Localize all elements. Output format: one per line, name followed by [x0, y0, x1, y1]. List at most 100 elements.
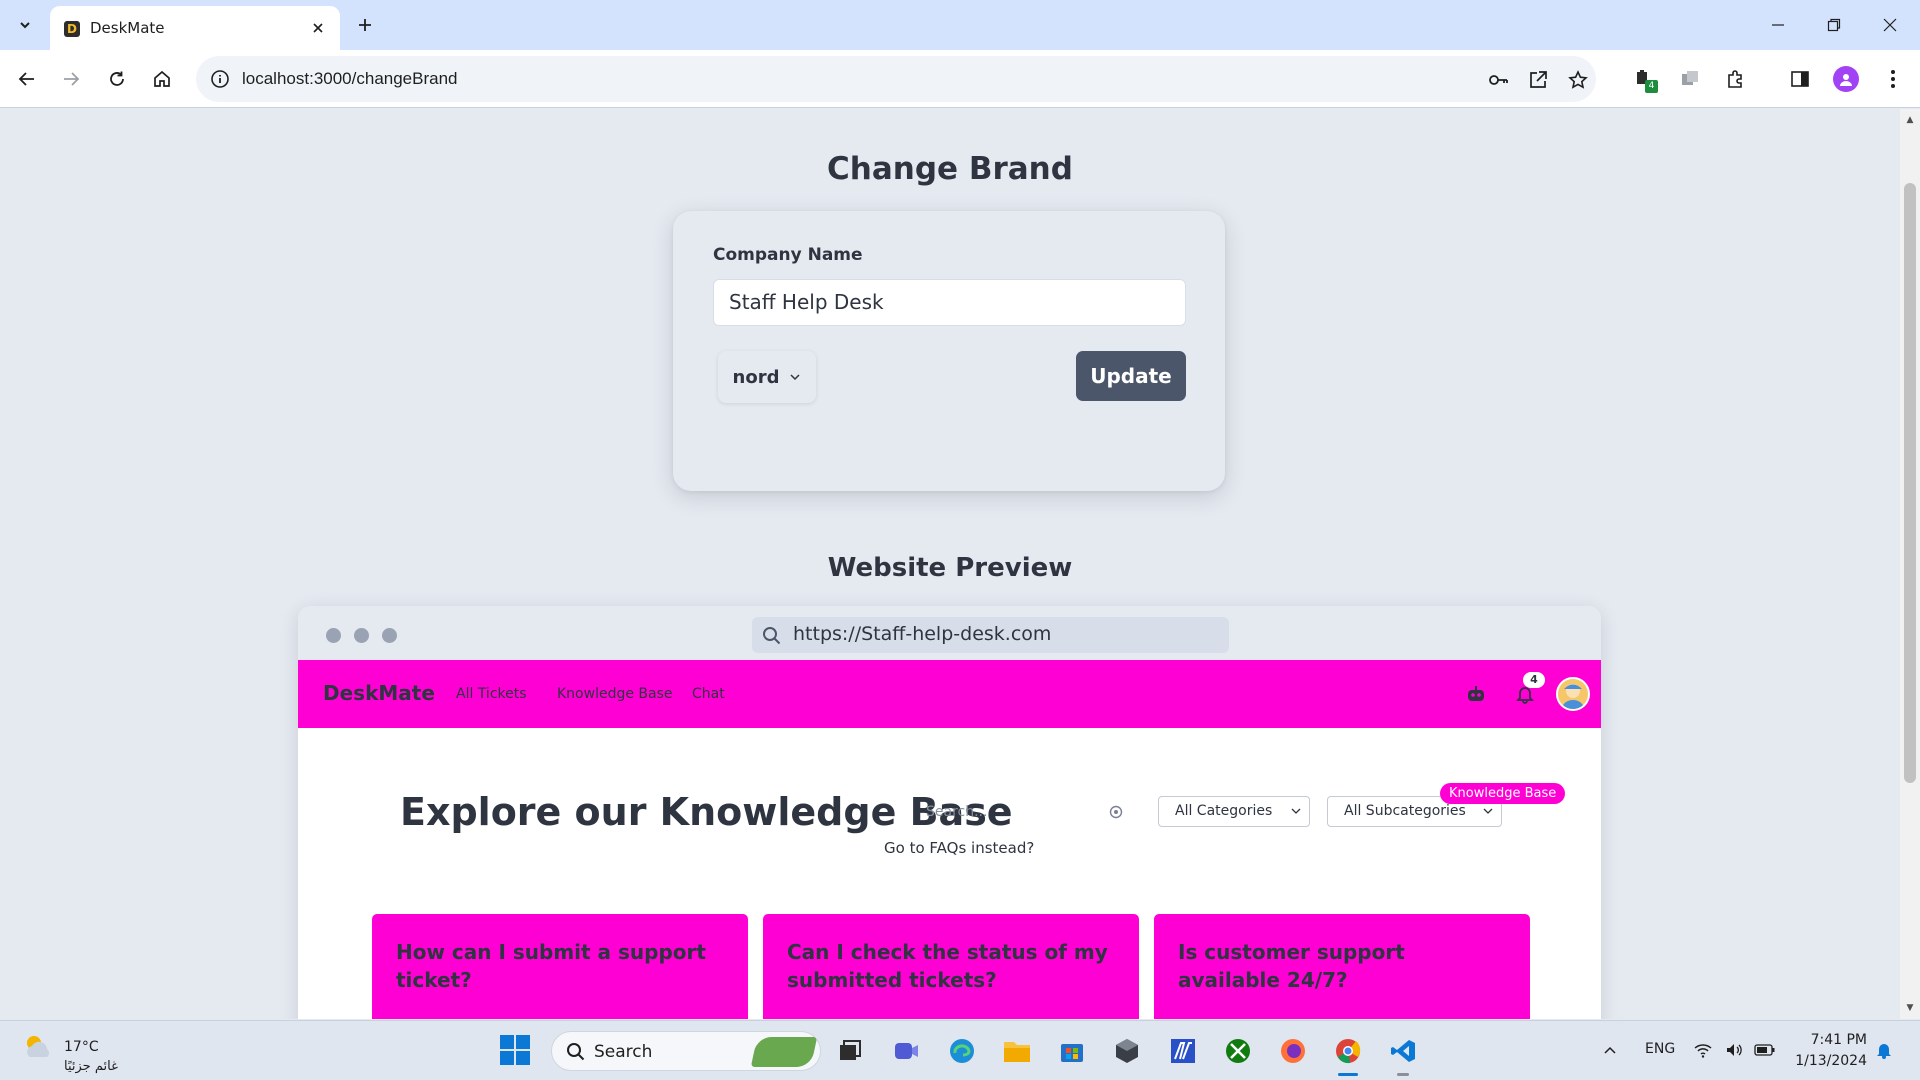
- puzzle-icon: [1728, 70, 1742, 88]
- extension-2-button[interactable]: [1673, 62, 1707, 96]
- faq-card-question: Can I check the status of my submitted t…: [787, 940, 1108, 992]
- search-icon: [763, 627, 781, 645]
- search-icon: [567, 1043, 585, 1061]
- password-key-icon[interactable]: [1486, 68, 1510, 92]
- subcategory-select-value: All Subcategories: [1344, 803, 1466, 819]
- battery-icon[interactable]: [1754, 1039, 1776, 1061]
- theme-dropdown-value: nord: [732, 366, 780, 388]
- profile-button[interactable]: [1829, 62, 1863, 96]
- system-clock[interactable]: 7:41 PM 1/13/2024: [1795, 1030, 1867, 1072]
- task-view-icon[interactable]: [833, 1034, 867, 1068]
- tab-close-button[interactable]: [308, 18, 328, 38]
- show-hidden-icons-button[interactable]: [1599, 1039, 1621, 1061]
- address-bar-url[interactable]: localhost:3000/changeBrand: [242, 69, 458, 89]
- deskmate-favicon-icon: D: [64, 21, 80, 37]
- site-info-icon[interactable]: [210, 69, 230, 93]
- minimize-button[interactable]: [1750, 0, 1806, 50]
- chevron-down-icon: [1291, 808, 1301, 814]
- more-vertical-icon: [1891, 70, 1895, 88]
- weather-condition: غائم جزئيًا: [64, 1059, 118, 1074]
- search-highlight-image: [750, 1037, 818, 1067]
- company-name-label: Company Name: [713, 245, 863, 265]
- bookmark-star-icon[interactable]: [1566, 68, 1590, 92]
- address-bar[interactable]: localhost:3000/changeBrand: [196, 56, 1596, 102]
- close-window-button[interactable]: [1862, 0, 1918, 50]
- running-app-indicator: [1397, 1073, 1409, 1076]
- wifi-icon[interactable]: [1692, 1039, 1714, 1061]
- kb-badge: Knowledge Base: [1440, 783, 1566, 804]
- scrollbar-thumb[interactable]: [1904, 183, 1916, 783]
- new-tab-button[interactable]: [350, 10, 380, 40]
- language-indicator[interactable]: ENG: [1645, 1041, 1675, 1057]
- clock-date: 1/13/2024: [1795, 1053, 1867, 1069]
- update-button[interactable]: Update: [1076, 351, 1186, 401]
- company-name-input[interactable]: Staff Help Desk: [713, 279, 1186, 326]
- chrome-menu-button[interactable]: [1876, 62, 1910, 96]
- browser-tab-active[interactable]: D DeskMate: [50, 6, 340, 50]
- forward-button[interactable]: [54, 62, 88, 96]
- minimize-icon: [1772, 24, 1784, 26]
- category-select[interactable]: All Categories: [1158, 796, 1310, 827]
- xbox-icon[interactable]: [1221, 1034, 1255, 1068]
- faq-card[interactable]: Is customer support available 24/7?: [1154, 914, 1530, 1019]
- side-panel-icon: [1791, 71, 1809, 87]
- close-icon: [1883, 18, 1897, 32]
- preview-brand[interactable]: DeskMate: [323, 681, 435, 705]
- website-preview-frame: https://Staff-help-desk.com DeskMate All…: [298, 606, 1601, 1019]
- theme-dropdown[interactable]: nord: [718, 351, 816, 403]
- home-button[interactable]: [145, 62, 179, 96]
- side-panel-button[interactable]: [1783, 62, 1817, 96]
- volume-icon[interactable]: [1723, 1039, 1745, 1061]
- kb-search-input[interactable]: Search...: [910, 796, 1124, 828]
- back-button[interactable]: [10, 62, 44, 96]
- restore-icon: [1827, 18, 1841, 32]
- category-select-value: All Categories: [1175, 803, 1273, 819]
- notification-bell-icon[interactable]: [1873, 1039, 1895, 1061]
- file-explorer-icon[interactable]: [1000, 1034, 1034, 1068]
- tab-search-button[interactable]: [10, 10, 40, 40]
- layers-icon: [1682, 71, 1698, 85]
- taskbar-search[interactable]: Search: [551, 1031, 821, 1071]
- page-scrollbar[interactable]: ▲ ▼: [1900, 109, 1920, 1019]
- firefox-icon[interactable]: [1276, 1034, 1310, 1068]
- preview-nav-knowledge-base[interactable]: Knowledge Base: [557, 686, 673, 702]
- restore-button[interactable]: [1806, 0, 1862, 50]
- avatar[interactable]: [1556, 677, 1590, 711]
- robot-icon[interactable]: [1462, 680, 1490, 708]
- faq-link[interactable]: Go to FAQs instead?: [884, 839, 1034, 857]
- close-icon: [313, 23, 323, 33]
- window-dot: [326, 628, 341, 643]
- preview-section-title: Website Preview: [827, 553, 1073, 583]
- mathtype-icon[interactable]: [1166, 1034, 1200, 1068]
- preview-nav-all-tickets[interactable]: All Tickets: [456, 686, 527, 702]
- scroll-up-arrow-icon[interactable]: ▲: [1905, 115, 1915, 125]
- avatar: [1833, 66, 1859, 92]
- preview-nav-chat[interactable]: Chat: [692, 686, 725, 702]
- extensions-menu-button[interactable]: [1718, 62, 1752, 96]
- arrow-right-icon: [64, 72, 80, 86]
- scroll-down-arrow-icon[interactable]: ▼: [1905, 1003, 1915, 1013]
- weather-widget[interactable]: 17°C غائم جزئيًا: [20, 1029, 118, 1074]
- preview-url-bar: https://Staff-help-desk.com: [752, 617, 1229, 653]
- edge-icon[interactable]: [945, 1034, 979, 1068]
- open-in-app-icon[interactable]: [1526, 68, 1550, 92]
- weather-temp: 17°C: [64, 1039, 99, 1055]
- plus-icon: [359, 19, 371, 31]
- window-dot: [382, 628, 397, 643]
- start-button[interactable]: [500, 1035, 532, 1067]
- microsoft-store-icon[interactable]: [1055, 1034, 1089, 1068]
- browser-tab-strip: D DeskMate: [0, 0, 1920, 50]
- reload-button[interactable]: [100, 62, 134, 96]
- faq-card[interactable]: How can I submit a support ticket?: [372, 914, 748, 1019]
- chrome-icon[interactable]: [1331, 1034, 1365, 1076]
- browser-toolbar: localhost:3000/changeBrand 4: [0, 50, 1920, 108]
- taskbar-search-label: Search: [594, 1042, 653, 1062]
- windows-logo-icon: [500, 1051, 514, 1065]
- teams-meet-icon[interactable]: [889, 1034, 923, 1068]
- 3d-app-icon[interactable]: [1110, 1034, 1144, 1068]
- faq-card[interactable]: Can I check the status of my submitted t…: [763, 914, 1139, 1019]
- chevron-down-icon: [20, 22, 30, 29]
- extension-button[interactable]: 4: [1627, 62, 1661, 96]
- vscode-icon[interactable]: [1386, 1034, 1420, 1076]
- partly-cloudy-icon: [27, 1036, 49, 1057]
